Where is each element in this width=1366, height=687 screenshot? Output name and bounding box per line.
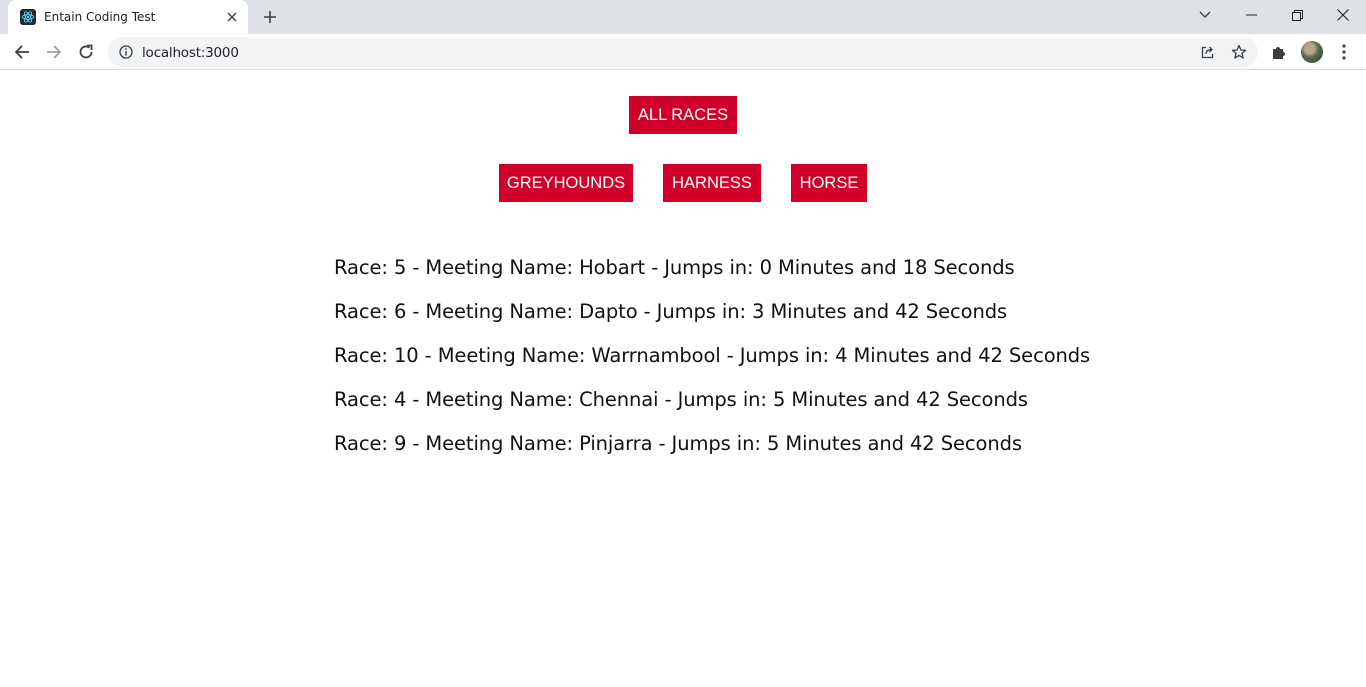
all-races-button[interactable]: ALL RACES xyxy=(629,96,737,134)
url-text: localhost:3000 xyxy=(142,45,239,61)
race-item: Race: 5 - Meeting Name: Hobart - Jumps i… xyxy=(334,256,1015,279)
race-item: Race: 10 - Meeting Name: Warrnambool - J… xyxy=(334,344,1091,367)
info-icon[interactable] xyxy=(118,44,134,60)
new-tab-icon[interactable] xyxy=(258,6,282,28)
browser-toolbar: localhost:3000 xyxy=(0,34,1366,70)
greyhounds-button[interactable]: GREYHOUNDS xyxy=(499,164,633,202)
harness-button[interactable]: HARNESS xyxy=(663,164,761,202)
minimize-icon[interactable] xyxy=(1228,0,1274,30)
forward-arrow-icon[interactable] xyxy=(40,38,68,66)
react-icon xyxy=(20,9,36,25)
avatar[interactable] xyxy=(1301,41,1323,63)
puzzle-icon[interactable] xyxy=(1269,42,1289,62)
race-item: Race: 6 - Meeting Name: Dapto - Jumps in… xyxy=(334,300,1008,323)
share-icon[interactable] xyxy=(1198,43,1216,61)
back-arrow-icon[interactable] xyxy=(8,38,36,66)
reload-icon[interactable] xyxy=(72,38,100,66)
address-bar[interactable]: localhost:3000 xyxy=(108,37,1258,67)
tab-title: Entain Coding Test xyxy=(44,10,156,24)
horse-button[interactable]: HORSE xyxy=(791,164,867,202)
window-close-icon[interactable] xyxy=(1320,0,1366,30)
tab-search-chevron-icon[interactable] xyxy=(1182,0,1228,30)
close-icon[interactable] xyxy=(224,9,240,25)
browser-tabstrip: Entain Coding Test xyxy=(0,0,1366,34)
race-item: Race: 4 - Meeting Name: Chennai - Jumps … xyxy=(334,388,1028,411)
race-item: Race: 9 - Meeting Name: Pinjarra - Jumps… xyxy=(334,432,1022,455)
browser-tab[interactable]: Entain Coding Test xyxy=(8,0,248,34)
star-icon[interactable] xyxy=(1230,43,1248,61)
restore-icon[interactable] xyxy=(1274,0,1320,30)
kebab-menu-icon[interactable] xyxy=(1334,42,1354,62)
